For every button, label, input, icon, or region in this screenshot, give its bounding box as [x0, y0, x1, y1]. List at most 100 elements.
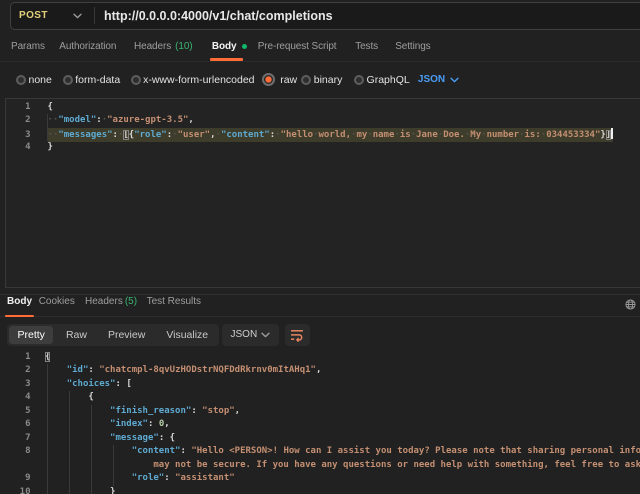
code-token: ··	[48, 130, 59, 140]
tab-params[interactable]: Params	[11, 33, 45, 61]
text-cursor	[611, 128, 613, 139]
tab-tests[interactable]: Tests	[355, 33, 378, 61]
whitespace-dot: ·	[351, 130, 356, 140]
code-text: "choices": [	[45, 378, 132, 392]
response-tab-body[interactable]: Body	[7, 288, 32, 316]
line-number: 9	[0, 472, 45, 486]
code-token: ,	[316, 365, 321, 375]
radio-label: binary	[314, 74, 343, 86]
globe-icon[interactable]	[625, 299, 636, 313]
body-type-none[interactable]: none	[16, 74, 52, 86]
code-token: }	[110, 487, 115, 494]
body-type-x-www-form-urlencoded[interactable]: x-www-form-urlencoded	[131, 74, 255, 86]
code-line: 10 }	[0, 486, 640, 494]
tab-label: Authorization	[59, 41, 116, 52]
code-text: {	[45, 351, 50, 365]
whitespace-dot: ·	[313, 130, 318, 140]
code-line: 2 "id": "chatcmpl-8qvUzHODstrNQFDdRkrnv0…	[0, 364, 640, 378]
code-token: }	[48, 142, 53, 152]
tab-count: (10)	[175, 41, 192, 52]
code-token: "role"	[132, 473, 165, 483]
code-token: "id"	[67, 365, 89, 375]
line-number: 1	[6, 101, 48, 114]
code-token: }	[600, 130, 605, 140]
line-number: 2	[6, 114, 48, 127]
code-text: "content": "Hello <PERSON>! How can I as…	[45, 445, 640, 459]
code-token: "messages"	[58, 130, 112, 140]
view-mode-group: PrettyRawPreview Visualize	[7, 324, 219, 347]
tab-label: Body	[212, 41, 237, 52]
code-text: ··"model":·"azure-gpt-3.5",	[48, 114, 194, 127]
body-type-form-data[interactable]: form-data	[63, 74, 120, 86]
body-type-graphql[interactable]: GraphQL	[354, 74, 410, 86]
raw-language-selector[interactable]: JSON	[418, 74, 459, 85]
line-number: 4	[0, 391, 45, 405]
request-editor[interactable]: 1{2··"model":·"azure-gpt-3.5",3··"messag…	[5, 98, 640, 289]
url-input[interactable]: http://0.0.0.0:4000/v1/chat/completions	[104, 9, 333, 23]
code-token	[45, 487, 110, 494]
body-type-binary[interactable]: binary	[301, 74, 342, 86]
tab-label: Test Results	[147, 296, 201, 307]
line-number: 8	[0, 445, 45, 459]
response-tab-cookies[interactable]: Cookies	[39, 288, 75, 316]
tab-headers[interactable]: Headers(10)	[134, 33, 193, 61]
response-tab-headers[interactable]: Headers(5)	[85, 288, 137, 316]
tab-label: Headers	[85, 296, 123, 307]
code-token	[45, 473, 132, 483]
view-mode-visualize[interactable]: Visualize	[158, 326, 217, 345]
code-line: 3··"messages":·[{"role":·"user",·"conten…	[6, 128, 640, 141]
code-text: {	[48, 101, 53, 114]
code-token	[45, 406, 110, 416]
code-line: 8 "content": "Hello <PERSON>! How can I …	[0, 445, 640, 459]
radio-label: GraphQL	[367, 74, 410, 86]
method-selector[interactable]: POST	[11, 3, 94, 30]
code-line: 2··"model":·"azure-gpt-3.5",	[6, 114, 640, 127]
code-token	[45, 379, 67, 389]
code-token	[45, 433, 110, 443]
tab-label: Params	[11, 41, 45, 52]
tab-pre-request-script[interactable]: Pre-request Script	[258, 33, 337, 61]
line-number: 1	[0, 351, 45, 365]
view-mode-pretty[interactable]: Pretty	[9, 326, 53, 345]
code-text: ··"messages":·[{"role":·"user",·"content…	[48, 128, 613, 142]
line-number: 3	[6, 129, 48, 142]
radio-icon	[16, 75, 26, 85]
whitespace-dot: ·	[481, 130, 486, 140]
wrap-text-button[interactable]	[285, 324, 310, 347]
chevron-down-icon	[261, 332, 270, 338]
code-line: 6 "index": 0,	[0, 418, 640, 432]
url-bar-divider	[94, 7, 95, 24]
tab-label: Cookies	[39, 296, 75, 307]
whitespace-dot: ·	[519, 130, 524, 140]
tab-authorization[interactable]: Authorization	[59, 33, 116, 61]
body-type-raw[interactable]: raw	[262, 73, 297, 86]
code-token: "user"	[178, 130, 211, 140]
code-text: }	[45, 486, 115, 494]
view-mode-preview[interactable]: Preview	[99, 326, 153, 345]
code-token: may not be secure. If you have any quest…	[153, 460, 640, 470]
code-token: ,	[235, 406, 240, 416]
code-text: "message": {	[45, 432, 175, 446]
radio-icon	[63, 75, 73, 85]
code-text: "id": "chatcmpl-8qvUzHODstrNQFDdRkrnv0mI…	[45, 364, 321, 378]
whitespace-dot: ·	[541, 130, 546, 140]
code-text: "role": "assistant"	[45, 472, 235, 486]
code-token: "stop"	[202, 406, 235, 416]
code-token	[45, 419, 110, 429]
code-token: "index"	[110, 419, 148, 429]
tab-label: Body	[7, 296, 32, 307]
response-editor[interactable]: 1{2 "id": "chatcmpl-8qvUzHODstrNQFDdRkrn…	[0, 348, 640, 494]
format-selector[interactable]: JSON	[222, 324, 280, 347]
response-tab-test-results[interactable]: Test Results	[147, 288, 201, 316]
whitespace-dot: ·	[367, 130, 372, 140]
radio-icon	[354, 75, 364, 85]
code-text: {	[45, 391, 94, 405]
code-token	[45, 460, 153, 470]
tab-settings[interactable]: Settings	[395, 33, 430, 61]
code-token: "finish_reason"	[110, 406, 191, 416]
view-mode-raw[interactable]: Raw	[57, 326, 95, 345]
code-token: "hello·world,·my·name·is·Jane·Doe.·My·nu…	[281, 130, 601, 140]
tab-label: Pre-request Script	[258, 41, 337, 52]
green-dot-icon	[242, 44, 247, 49]
tab-body[interactable]: Body	[212, 33, 247, 61]
